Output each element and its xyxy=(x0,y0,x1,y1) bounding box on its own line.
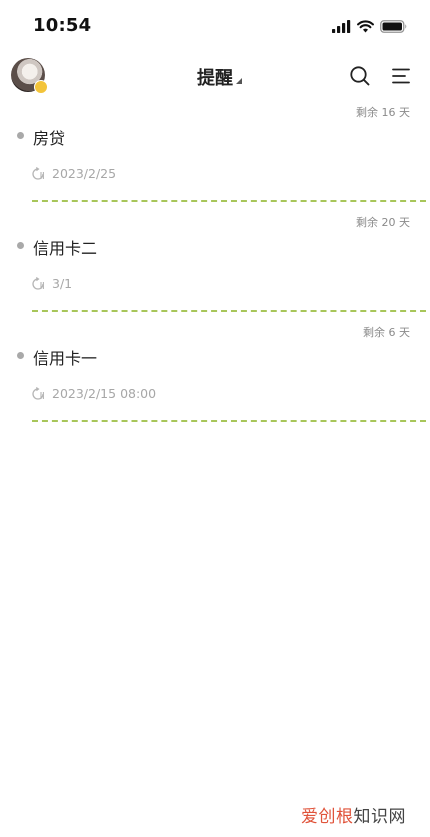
menu-icon[interactable] xyxy=(391,66,411,86)
header-bar: 提醒 xyxy=(0,54,430,100)
remaining-days: 剩余 20 天 xyxy=(356,216,410,229)
page-title[interactable]: 提醒 xyxy=(197,68,233,89)
chevron-down-icon[interactable] xyxy=(236,78,242,84)
dashed-divider xyxy=(32,200,426,202)
status-time: 10:54 xyxy=(33,15,92,36)
dashed-divider xyxy=(32,310,426,312)
dashed-divider xyxy=(32,420,426,422)
watermark-text: 知识网 xyxy=(353,807,406,827)
signal-icon xyxy=(332,19,351,33)
reminder-item[interactable]: 剩余 6 天 信用卡一 2023/2/15 08:00 xyxy=(0,320,430,430)
repeat-icon xyxy=(32,387,44,400)
bullet-dot xyxy=(17,352,24,359)
reminder-title: 房贷 xyxy=(33,129,66,148)
wifi-icon xyxy=(357,19,374,32)
bullet-dot xyxy=(17,242,24,249)
watermark-accent: 爱创根 xyxy=(301,807,354,827)
status-bar: 10:54 xyxy=(0,0,430,54)
repeat-icon xyxy=(32,167,44,180)
reminder-item[interactable]: 剩余 16 天 房贷 2023/2/25 xyxy=(0,100,430,210)
status-icons xyxy=(332,18,408,34)
reminder-item[interactable]: 剩余 20 天 信用卡二 3/1 xyxy=(0,210,430,320)
battery-icon xyxy=(380,19,407,33)
watermark: 爱创根知识网 xyxy=(301,802,406,827)
remaining-days: 剩余 16 天 xyxy=(356,106,410,119)
remaining-days: 剩余 6 天 xyxy=(363,326,410,339)
search-icon[interactable] xyxy=(349,65,371,87)
reminder-date: 2023/2/15 08:00 xyxy=(52,386,157,401)
reminder-title: 信用卡一 xyxy=(33,349,98,368)
reminder-list: 剩余 16 天 房贷 2023/2/25 剩余 20 天 信用卡二 3/1 剩余… xyxy=(0,100,430,430)
repeat-icon xyxy=(32,277,44,290)
bullet-dot xyxy=(17,132,24,139)
reminder-date: 3/1 xyxy=(52,276,73,291)
reminder-date: 2023/2/25 xyxy=(52,166,117,181)
reminders-screen: 10:54 提醒 剩余 16 天 房贷 2023/2/25 剩余 20 天 信用… xyxy=(0,0,430,837)
reminder-title: 信用卡二 xyxy=(33,239,98,258)
